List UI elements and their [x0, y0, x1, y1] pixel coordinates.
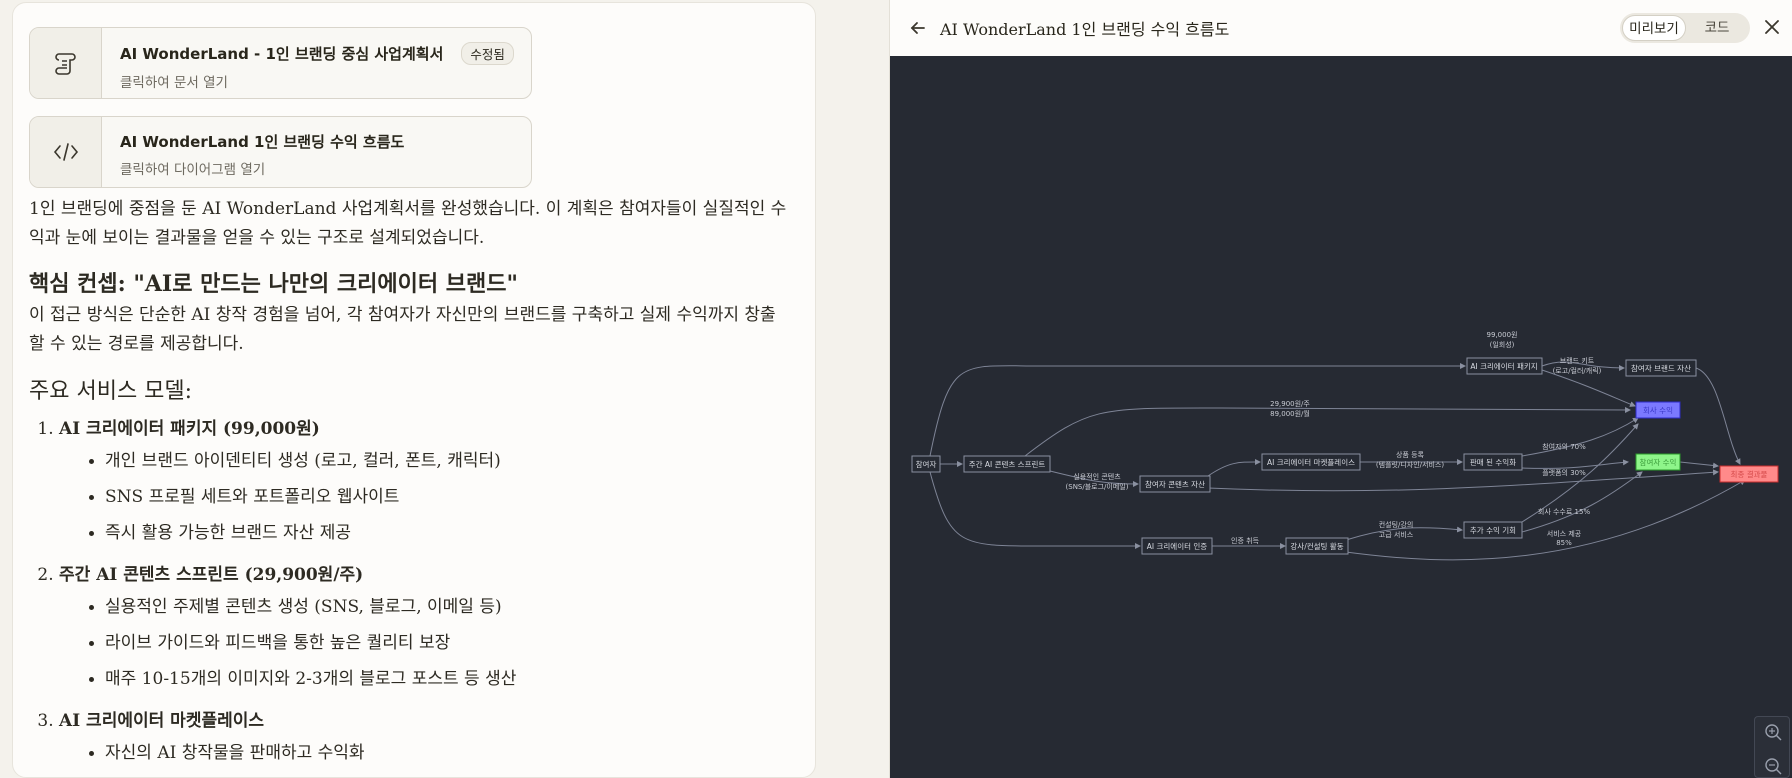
feature-item: 라이브 가이드와 피드백을 통한 높은 퀄리티 보장: [89, 625, 789, 661]
node-label: 참여자 브랜드 자산: [1631, 363, 1691, 373]
assistant-message: 1인 브랜딩에 중점을 둔 AI WonderLand 사업계획서를 완성했습니…: [29, 195, 789, 777]
node-label: AI 크리에이터 패키지: [1470, 361, 1537, 371]
edge-label: 플랫폼의 30%: [1542, 468, 1586, 477]
zoom-in-icon[interactable]: [1755, 717, 1791, 747]
core-concept-paragraph: 이 접근 방식은 단순한 AI 창작 경험을 넘어, 각 참여자가 자신만의 브…: [29, 305, 776, 354]
edge-label: 89,000원/월: [1270, 409, 1310, 418]
card-title: AI WonderLand - 1인 브랜딩 중심 사업계획서: [120, 45, 444, 63]
edge-label: 서비스 제공: [1547, 529, 1582, 538]
zoom-controls: [1754, 716, 1790, 778]
edge-label: 85%: [1556, 539, 1572, 547]
feature-item: SNS 프로필 세트와 포트폴리오 웹사이트: [89, 479, 789, 515]
edge-label: (일회성): [1490, 340, 1515, 349]
edge: [1695, 367, 1741, 465]
feature-item: 자신의 AI 창작물을 판매하고 수익화: [89, 735, 789, 771]
edge-label: 참여자의 70%: [1542, 442, 1586, 451]
node-label: AI 크리에이터 마켓플레이스: [1267, 457, 1355, 467]
node-label: 참여자 수익: [1640, 457, 1677, 467]
intro-paragraph: 1인 브랜딩에 중점을 둔 AI WonderLand 사업계획서를 완성했습니…: [29, 199, 787, 248]
edge: [1521, 459, 1629, 469]
service-item: 주간 AI 콘텐츠 스프린트 (29,900원/주) 실용적인 주제별 콘텐츠 …: [59, 561, 789, 697]
service-title: 주간 AI 콘텐츠 스프린트 (29,900원/주): [59, 565, 364, 585]
edge-label: 상품 등록: [1396, 450, 1425, 459]
artifact-panel: AI WonderLand 1인 브랜딩 수익 흐름도 미리보기 코드 99,0…: [889, 0, 1792, 778]
feature-item: 실용적인 주제별 콘텐츠 생성 (SNS, 블로그, 이메일 등): [89, 589, 789, 625]
node-label: 참여자: [916, 459, 937, 469]
edge: [1207, 469, 1719, 492]
document-icon: [30, 28, 102, 98]
edge-label: 브랜드 키트: [1560, 356, 1595, 365]
modified-badge: 수정됨: [461, 42, 514, 65]
node-label: 추가 수익 기회: [1470, 525, 1516, 535]
feature-item: 즉시 활용 가능한 브랜드 자산 제공: [89, 515, 789, 551]
edge-label: (로고/컬러/캐릭): [1553, 366, 1602, 375]
service-item: AI 크리에이터 패키지 (99,000원) 개인 브랜드 아이덴티티 생성 (…: [59, 415, 789, 551]
service-title: AI 크리에이터 패키지 (99,000원): [59, 419, 320, 439]
tab-code[interactable]: 코드: [1686, 15, 1748, 41]
tab-preview[interactable]: 미리보기: [1622, 15, 1686, 41]
artifact-card-business-plan[interactable]: AI WonderLand - 1인 브랜딩 중심 사업계획서 수정됨 클릭하여…: [29, 27, 532, 99]
edge: [1541, 369, 1636, 407]
view-toggle: 미리보기 코드: [1620, 13, 1750, 43]
card-subtitle: 클릭하여 문서 열기: [120, 75, 228, 91]
edge: [929, 363, 1466, 457]
artifact-header: AI WonderLand 1인 브랜딩 수익 흐름도 미리보기 코드: [890, 0, 1792, 56]
edge: [1345, 479, 1746, 561]
edge: [1679, 461, 1719, 469]
node-label: 회사 수익: [1643, 405, 1673, 415]
node-label: 강사/컨설팅 활동: [1290, 541, 1343, 551]
back-arrow-icon[interactable]: [908, 18, 928, 38]
service-title: AI 크리에이터 마켓플레이스: [59, 711, 265, 731]
edge: [1024, 406, 1631, 457]
edge-label: 99,000원: [1487, 330, 1518, 339]
artifact-card-flow-diagram[interactable]: AI WonderLand 1인 브랜딩 수익 흐름도 클릭하여 다이어그램 열…: [29, 116, 532, 188]
edge-label: 고급 서비스: [1379, 530, 1414, 539]
edge-label: 실용적인 콘텐츠: [1073, 472, 1121, 481]
card-title: AI WonderLand 1인 브랜딩 수익 흐름도: [120, 133, 405, 151]
edge: [1207, 458, 1261, 477]
edge-label: 컨설팅/강의: [1379, 520, 1414, 529]
node-label: AI 크리에이터 인증: [1147, 541, 1208, 551]
artifact-title: AI WonderLand 1인 브랜딩 수익 흐름도: [940, 20, 1230, 39]
code-icon: [30, 117, 102, 187]
core-concept-heading: 핵심 컨셉: "AI로 만드는 나만의 크리에이터 브랜드": [29, 271, 518, 297]
zoom-out-icon[interactable]: [1755, 751, 1791, 778]
edge-label: 인증 취득: [1231, 536, 1260, 545]
node-label: 판매 된 수익화: [1470, 457, 1516, 467]
edge-label: (템플릿/디자인/서비스): [1376, 460, 1444, 469]
feature-item: 개인 브랜드 아이덴티티 생성 (로고, 컬러, 폰트, 캐릭터): [89, 443, 789, 479]
flow-diagram: 99,000원 (일회성) 브랜드 키트 (로고/컬러/캐릭) 29,900원/…: [911, 330, 1779, 561]
node-label: 참여자 콘텐츠 자산: [1145, 479, 1205, 489]
card-subtitle: 클릭하여 다이어그램 열기: [120, 162, 266, 178]
node-label: 주간 AI 콘텐츠 스프린트: [969, 459, 1046, 469]
diagram-canvas[interactable]: 99,000원 (일회성) 브랜드 키트 (로고/컬러/캐릭) 29,900원/…: [890, 56, 1792, 778]
services-list: AI 크리에이터 패키지 (99,000원) 개인 브랜드 아이덴티티 생성 (…: [29, 415, 789, 771]
edge-label: 29,900원/주: [1270, 399, 1310, 408]
close-icon[interactable]: [1763, 18, 1781, 36]
edge-label: 회사 수수료 15%: [1538, 507, 1591, 516]
chat-pane: AI WonderLand - 1인 브랜딩 중심 사업계획서 수정됨 클릭하여…: [12, 2, 816, 778]
edge-label: (SNS/블로그/이메일): [1066, 482, 1129, 491]
service-item: AI 크리에이터 마켓플레이스 자신의 AI 창작물을 판매하고 수익화: [59, 707, 789, 771]
node-label: 최종 결과물: [1731, 469, 1768, 479]
services-heading: 주요 서비스 모델:: [29, 379, 193, 404]
feature-item: 매주 10-15개의 이미지와 2-3개의 블로그 포스트 등 생산: [89, 661, 789, 697]
